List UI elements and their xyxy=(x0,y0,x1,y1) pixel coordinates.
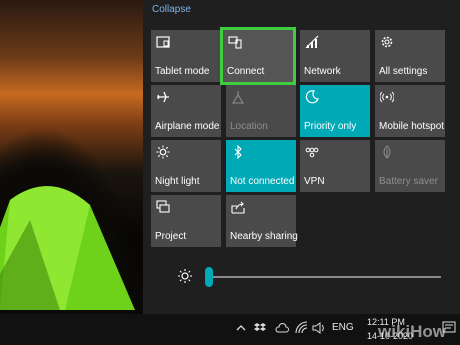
tile-label: Mobile hotspot xyxy=(379,121,445,132)
tile-nearby-sharing[interactable]: Nearby sharing xyxy=(226,195,298,247)
gear-icon xyxy=(380,35,394,49)
tile-connect[interactable]: Connect xyxy=(220,27,296,85)
dropbox-icon[interactable] xyxy=(253,321,267,335)
tile-label: All settings xyxy=(379,66,428,77)
nearby-sharing-icon xyxy=(231,200,245,214)
connect-icon xyxy=(228,35,242,49)
brightness-slider-thumb[interactable] xyxy=(205,267,213,287)
tile-label: Location xyxy=(230,121,268,132)
language-indicator[interactable]: ENG xyxy=(332,322,354,333)
tile-network[interactable]: Network xyxy=(300,30,370,82)
brightness-icon xyxy=(177,268,193,284)
tile-vpn[interactable]: VPN xyxy=(300,140,370,192)
notification-icon[interactable] xyxy=(442,320,456,334)
project-icon xyxy=(156,200,170,214)
chevron-up-icon[interactable] xyxy=(234,321,248,335)
tile-label: Tablet mode xyxy=(155,66,210,77)
network-icon xyxy=(305,35,319,49)
hotspot-icon xyxy=(380,90,394,104)
tent-image xyxy=(0,186,135,310)
tablet-mode-icon xyxy=(156,35,170,49)
bluetooth-icon xyxy=(231,145,245,159)
tile-label: Priority only xyxy=(304,121,357,132)
volume-icon[interactable] xyxy=(312,321,326,335)
tile-label: Nearby sharing xyxy=(230,231,298,242)
sun-icon xyxy=(156,145,170,159)
tile-label: Battery saver xyxy=(379,176,438,187)
tile-location[interactable]: Location xyxy=(226,85,296,137)
tile-label: Project xyxy=(155,231,187,242)
tile-label: Connect xyxy=(227,66,265,77)
battery-saver-icon xyxy=(380,145,394,159)
desktop-wallpaper xyxy=(0,0,143,314)
tile-mobile-hotspot[interactable]: Mobile hotspot xyxy=(375,85,445,137)
tile-tablet-mode[interactable]: Tablet mode xyxy=(151,30,221,82)
tile-label: Airplane mode xyxy=(155,121,220,132)
tile-all-settings[interactable]: All settings xyxy=(375,30,445,82)
tile-project[interactable]: Project xyxy=(151,195,221,247)
tile-label: VPN xyxy=(304,176,325,187)
tile-battery-saver[interactable]: Battery saver xyxy=(375,140,445,192)
tile-priority-only[interactable]: Priority only xyxy=(300,85,370,137)
brightness-slider-track[interactable] xyxy=(209,276,441,278)
tile-night-light[interactable]: Night light xyxy=(151,140,221,192)
moon-icon xyxy=(305,90,319,104)
cloud-icon[interactable] xyxy=(275,321,289,335)
watermark: wikiHow xyxy=(378,322,447,341)
airplane-icon xyxy=(156,90,170,104)
collapse-link[interactable]: Collapse xyxy=(152,4,191,15)
tile-bluetooth[interactable]: Not connected xyxy=(226,140,296,192)
wifi-icon[interactable] xyxy=(295,321,309,335)
vpn-icon xyxy=(305,145,319,159)
tile-label: Not connected xyxy=(230,176,295,187)
tile-label: Night light xyxy=(155,176,200,187)
location-icon xyxy=(231,90,245,104)
tile-label: Network xyxy=(304,66,341,77)
tile-airplane-mode[interactable]: Airplane mode xyxy=(151,85,221,137)
